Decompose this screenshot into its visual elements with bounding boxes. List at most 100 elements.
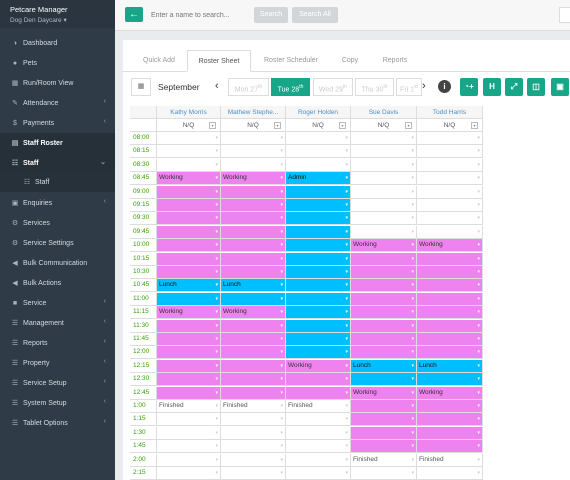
roster-slot[interactable]: ▾: [157, 333, 221, 346]
add-staff-icon[interactable]: ◔+: [460, 78, 478, 96]
nav-item-service[interactable]: ■ Service ‹: [0, 293, 115, 313]
roster-slot[interactable]: ▾: [417, 440, 483, 454]
qualification-select[interactable]: N/Q ▾: [221, 119, 286, 132]
roster-slot[interactable]: ▾: [417, 252, 483, 266]
nav-item-bulk-actions[interactable]: ◀ Bulk Actions: [0, 273, 115, 293]
day-button-1[interactable]: Mon 27th: [228, 78, 269, 96]
roster-slot[interactable]: ▾: [286, 199, 351, 212]
roster-slot[interactable]: Lunch ▾: [157, 279, 221, 293]
roster-slot[interactable]: ▾: [221, 346, 286, 360]
qualification-select[interactable]: N/Q ▾: [157, 119, 221, 132]
roster-slot[interactable]: ▾: [157, 440, 221, 454]
roster-slot[interactable]: Working ▾: [286, 359, 351, 373]
roster-slot[interactable]: ▾: [157, 185, 221, 199]
roster-slot[interactable]: ▾: [157, 212, 221, 226]
roster-slot[interactable]: ▾: [417, 185, 483, 199]
roster-slot[interactable]: ▾: [286, 158, 351, 172]
roster-slot[interactable]: ▾: [286, 426, 351, 440]
name-search-input[interactable]: [147, 7, 265, 23]
roster-slot[interactable]: ▾: [286, 225, 351, 239]
roster-slot[interactable]: ▾: [286, 467, 351, 480]
roster-slot[interactable]: ▾: [351, 158, 417, 172]
roster-slot[interactable]: ▾: [351, 440, 417, 454]
roster-slot[interactable]: ▾: [351, 279, 417, 293]
nav-item-bulk-communication[interactable]: ◀ Bulk Communication: [0, 253, 115, 273]
nav-item-staff-roster[interactable]: ▤ Staff Roster: [0, 133, 115, 153]
roster-slot[interactable]: ▾: [286, 440, 351, 454]
next-week-icon[interactable]: ›: [422, 78, 426, 95]
roster-slot[interactable]: Finished ▾: [417, 453, 483, 467]
nav-item-pets[interactable]: ● Pets: [0, 53, 115, 73]
roster-slot[interactable]: ▾: [417, 266, 483, 279]
search-button[interactable]: Search: [254, 7, 288, 23]
tab-roster-scheduler[interactable]: Roster Scheduler: [254, 50, 328, 72]
roster-slot[interactable]: ▾: [351, 199, 417, 212]
roster-slot[interactable]: ▾: [351, 333, 417, 346]
nav-item-tablet-options[interactable]: ☰ Tablet Options ‹: [0, 413, 115, 433]
roster-slot[interactable]: ▾: [417, 292, 483, 306]
roster-slot[interactable]: ▾: [351, 426, 417, 440]
roster-slot[interactable]: ▾: [221, 132, 286, 145]
roster-slot[interactable]: ▾: [286, 145, 351, 159]
back-button[interactable]: ←: [125, 7, 143, 22]
roster-slot[interactable]: ▾: [417, 426, 483, 440]
roster-slot[interactable]: Finished ▾: [157, 400, 221, 413]
expand-icon[interactable]: ⤢: [505, 78, 523, 96]
nav-item-attendance[interactable]: ✎ Attendance ‹: [0, 93, 115, 113]
qualification-select[interactable]: N/Q ▾: [286, 119, 351, 132]
prev-week-icon[interactable]: ‹: [215, 78, 219, 95]
roster-slot[interactable]: ▾: [417, 158, 483, 172]
roster-slot[interactable]: ▾: [417, 413, 483, 427]
roster-slot[interactable]: ▾: [157, 373, 221, 387]
brand[interactable]: Petcare Manager Dog Den Daycare ▾: [0, 0, 115, 28]
nav-item-service-setup[interactable]: ☰ Service Setup ‹: [0, 373, 115, 393]
roster-slot[interactable]: ▾: [221, 426, 286, 440]
roster-slot[interactable]: ▾: [157, 386, 221, 400]
roster-slot[interactable]: ▾: [351, 145, 417, 159]
roster-slot[interactable]: ▾: [157, 145, 221, 159]
nav-item-system-setup[interactable]: ☰ System Setup ‹: [0, 393, 115, 413]
nav-item-reports[interactable]: ☰ Reports ‹: [0, 333, 115, 353]
roster-slot[interactable]: Working ▾: [351, 239, 417, 253]
roster-slot[interactable]: ▾: [417, 346, 483, 360]
tab-reports[interactable]: Reports: [372, 50, 418, 72]
roster-slot[interactable]: ▾: [351, 172, 417, 186]
roster-slot[interactable]: ▾: [221, 467, 286, 480]
roster-slot[interactable]: Finished ▾: [221, 400, 286, 413]
roster-slot[interactable]: ▾: [286, 239, 351, 253]
roster-slot[interactable]: ▾: [351, 413, 417, 427]
roster-slot[interactable]: ▾: [221, 199, 286, 212]
nav-item-property[interactable]: ☰ Property ‹: [0, 353, 115, 373]
roster-slot[interactable]: ▾: [286, 212, 351, 226]
roster-slot[interactable]: ▾: [286, 185, 351, 199]
roster-slot[interactable]: ▾: [221, 212, 286, 226]
roster-slot[interactable]: ▾: [351, 185, 417, 199]
roster-slot[interactable]: ▾: [417, 132, 483, 145]
roster-slot[interactable]: ▾: [157, 266, 221, 279]
roster-slot[interactable]: ▾: [351, 212, 417, 226]
roster-slot[interactable]: ▾: [351, 252, 417, 266]
roster-slot[interactable]: ▾: [417, 172, 483, 186]
info-icon[interactable]: i: [438, 80, 451, 93]
roster-slot[interactable]: ▾: [351, 400, 417, 413]
day-button-5[interactable]: Fri 1st: [396, 78, 422, 96]
staff-header[interactable]: Sue Davis: [351, 106, 417, 119]
roster-slot[interactable]: ▾: [351, 292, 417, 306]
business-selector[interactable]: Dog Den Daycare ▾: [10, 16, 105, 24]
roster-slot[interactable]: Working ▾: [157, 172, 221, 186]
roster-slot[interactable]: ▾: [157, 292, 221, 306]
roster-slot[interactable]: Lunch ▾: [417, 359, 483, 373]
roster-slot[interactable]: ▾: [286, 453, 351, 467]
roster-slot[interactable]: ▾: [157, 239, 221, 253]
day-button-3[interactable]: Wed 29th: [313, 78, 353, 96]
staff-header[interactable]: Todd Harris: [417, 106, 483, 119]
tab-roster-sheet[interactable]: Roster Sheet: [187, 50, 251, 72]
roster-slot[interactable]: ▾: [351, 306, 417, 320]
roster-slot[interactable]: ▾: [157, 453, 221, 467]
roster-slot[interactable]: ▾: [221, 158, 286, 172]
roster-slot[interactable]: ▾: [417, 145, 483, 159]
day-button-2[interactable]: Tue 28th: [271, 78, 310, 96]
roster-slot[interactable]: ▾: [157, 252, 221, 266]
h-icon[interactable]: H: [483, 78, 501, 96]
staff-header[interactable]: Kathy Morris: [157, 106, 221, 119]
